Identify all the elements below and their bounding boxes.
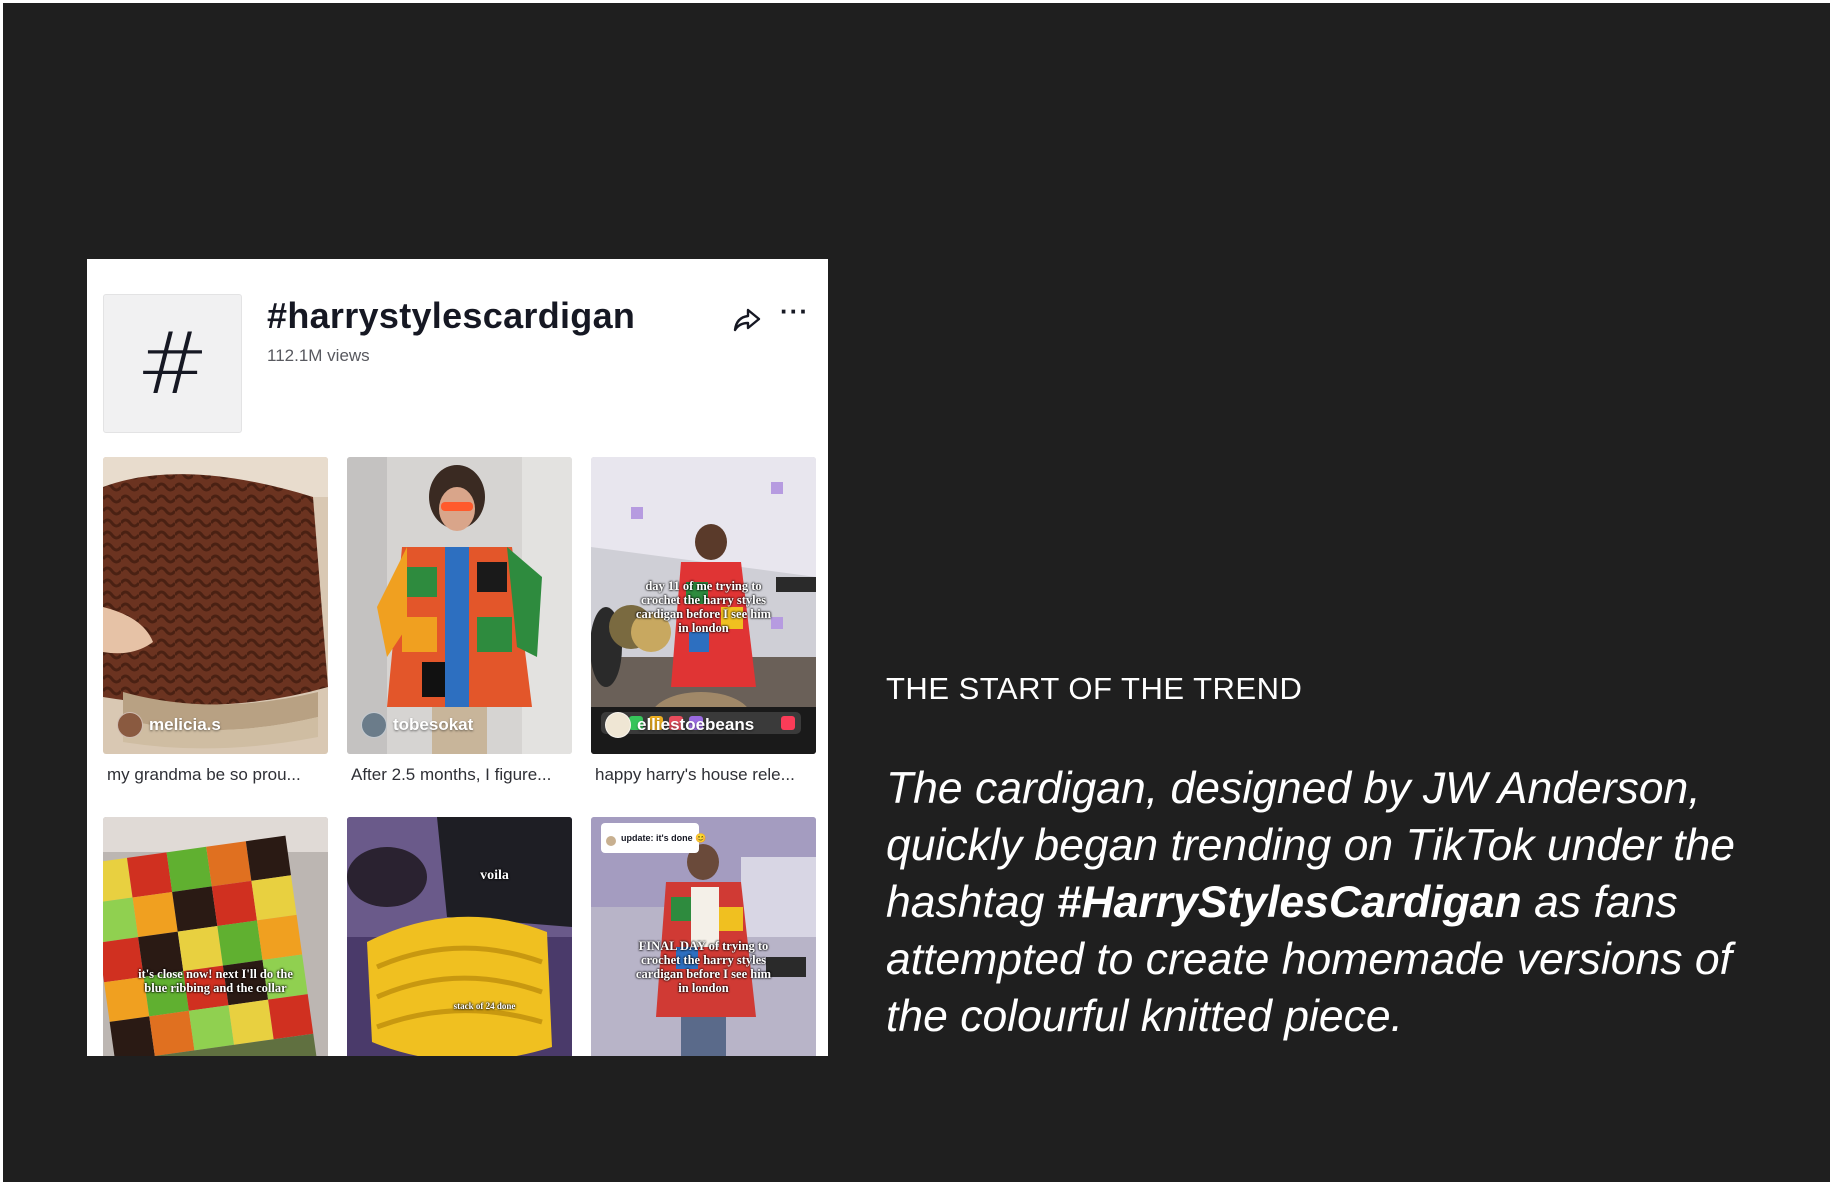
- video-thumbnail-5[interactable]: voila stack of 24 done: [347, 817, 572, 1056]
- slide-body-text: The cardigan, designed by JW Anderson, q…: [886, 760, 1796, 1045]
- video-overlay-text-secondary: stack of 24 done: [453, 1001, 516, 1011]
- author-name: tobesokat: [393, 715, 474, 734]
- video-thumbnail-4[interactable]: it's close now! next I'll do the blue ri…: [103, 817, 328, 1056]
- video-5-image: [347, 817, 572, 1056]
- video-overlay-text: voila: [480, 868, 509, 883]
- section-label: THE START OF THE TREND: [886, 671, 1303, 706]
- video-thumbnail-2[interactable]: tobesokat: [347, 457, 572, 754]
- author-avatar: [117, 712, 143, 738]
- author-avatar: [361, 712, 387, 738]
- share-icon[interactable]: [732, 305, 762, 335]
- video-thumbnail-6[interactable]: update: it's done 😊 FINAL DAY of trying …: [591, 817, 816, 1056]
- video-caption-2[interactable]: After 2.5 months, I figure...: [351, 765, 576, 785]
- more-icon[interactable]: ···: [780, 298, 810, 331]
- video-author[interactable]: tobesokat: [361, 712, 473, 738]
- reply-label: update: it's done 😊: [621, 833, 707, 843]
- video-thumbnail-3[interactable]: day 11 of me trying to crochet the harry…: [591, 457, 816, 754]
- hashtag-views: 112.1M views: [267, 346, 370, 365]
- video-2-image: [347, 457, 572, 754]
- video-thumbnail-1[interactable]: melicia.s: [103, 457, 328, 754]
- video-4-image: [103, 817, 328, 1056]
- hashtag-title: #harrystylescardigan: [267, 295, 636, 336]
- video-overlay-text: it's close now! next I'll do the blue ri…: [138, 967, 293, 995]
- tiktok-hashtag-card: # #harrystylescardigan 112.1M views ···: [87, 259, 828, 1056]
- author-name: melicia.s: [149, 715, 221, 734]
- author-avatar: [605, 712, 631, 738]
- video-caption-3[interactable]: happy harry's house rele...: [595, 765, 820, 785]
- video-author[interactable]: melicia.s: [117, 712, 221, 738]
- video-caption-1[interactable]: my grandma be so prou...: [107, 765, 332, 785]
- video-1-image: [103, 457, 328, 754]
- slide-background: # #harrystylescardigan 112.1M views ···: [3, 3, 1830, 1182]
- video-author[interactable]: elliestoebeans: [605, 712, 754, 738]
- author-name: elliestoebeans: [637, 715, 755, 734]
- video-6-image: [591, 817, 816, 1056]
- video-overlay-text: day 11 of me trying to crochet the harry…: [635, 579, 772, 635]
- body-hashtag: #HarryStylesCardigan: [1056, 878, 1522, 927]
- video-overlay-text: FINAL DAY of trying to crochet the harry…: [635, 939, 772, 995]
- hashtag-icon: #: [103, 294, 242, 433]
